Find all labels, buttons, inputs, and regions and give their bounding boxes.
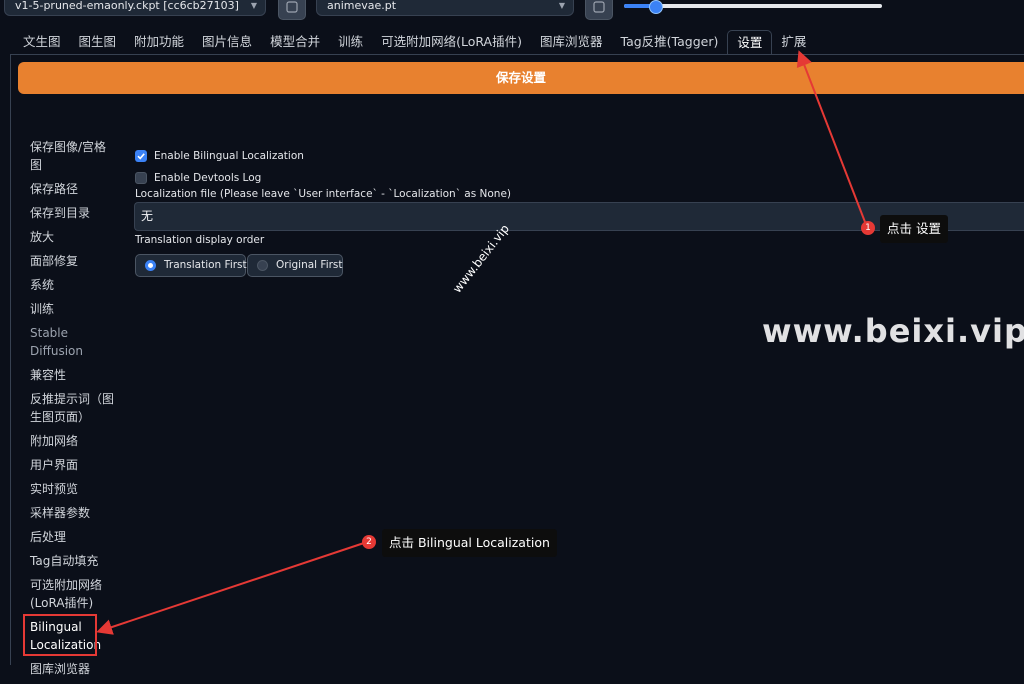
sidebar-item-face-restoration[interactable]: 面部修复: [30, 252, 116, 270]
chevron-down-icon: ▼: [558, 1, 565, 10]
arrow-to-bilingual-item: [96, 542, 365, 635]
sidebar-item-saving-paths[interactable]: 保存路径: [30, 180, 116, 198]
clip-skip-slider[interactable]: [624, 0, 882, 14]
sidebar-item-postprocessing[interactable]: 后处理: [30, 528, 116, 546]
step-2-badge: 2: [362, 535, 376, 549]
sidebar-item-stable-diffusion[interactable]: Stable Diffusion: [30, 324, 116, 360]
bilingual-label: Enable Bilingual Localization: [154, 150, 304, 162]
sidebar-item-system[interactable]: 系统: [30, 276, 116, 294]
sidebar-item-interrogate[interactable]: 反推提示词（图生图页面）: [30, 390, 116, 426]
sidebar-item-additional-networks[interactable]: 可选附加网络(LoRA插件): [30, 576, 116, 612]
sidebar-item-training[interactable]: 训练: [30, 300, 116, 318]
refresh-icon: [286, 1, 298, 13]
sidebar-item-image-browser[interactable]: 图库浏览器: [30, 660, 116, 678]
sidebar-item-sampler-parameters[interactable]: 采样器参数: [30, 504, 116, 522]
tab-extras[interactable]: 附加功能: [125, 30, 193, 54]
localization-file-label: Localization file (Please leave `User in…: [135, 188, 512, 200]
watermark-small: www.beixi.vip: [450, 221, 513, 296]
sidebar-item-extra-networks[interactable]: 附加网络: [30, 432, 116, 450]
refresh-icon: [593, 1, 605, 13]
step-2-callout: 点击 Bilingual Localization: [382, 529, 557, 557]
devtools-checkbox[interactable]: [135, 172, 147, 184]
vae-select[interactable]: animevae.pt ▼: [316, 0, 574, 16]
radio-translation-first[interactable]: Translation First: [135, 254, 247, 277]
refresh-checkpoint-button[interactable]: [278, 0, 306, 20]
vae-value: animevae.pt: [327, 0, 397, 12]
tab-train[interactable]: 训练: [329, 30, 372, 54]
devtools-label: Enable Devtools Log: [154, 172, 262, 184]
panel-border: [10, 54, 11, 665]
sidebar-item-saving-to-dirs[interactable]: 保存到目录: [30, 204, 116, 222]
tab-checkpoint-merger[interactable]: 模型合并: [261, 30, 329, 54]
step-1-badge: 1: [861, 221, 875, 235]
sidebar-item-live-previews[interactable]: 实时预览: [30, 480, 116, 498]
checkpoint-value: v1-5-pruned-emaonly.ckpt [cc6cb27103]: [15, 0, 239, 12]
sidebar-item-tag-autocomplete[interactable]: Tag自动填充: [30, 552, 116, 570]
radio-unselected-icon: [257, 260, 268, 271]
tab-tagger[interactable]: Tag反推(Tagger): [612, 30, 728, 54]
bilingual-checkbox[interactable]: [135, 150, 147, 162]
radio-original-first-label: Original First: [276, 259, 343, 271]
step-1-callout: 点击 设置: [880, 215, 948, 243]
slider-thumb[interactable]: [648, 0, 663, 14]
tab-img2img[interactable]: 图生图: [70, 30, 126, 54]
radio-original-first[interactable]: Original First: [247, 254, 343, 277]
tab-additional-networks[interactable]: 可选附加网络(LoRA插件): [372, 30, 531, 54]
highlight-box: [23, 614, 97, 656]
tab-image-browser[interactable]: 图库浏览器: [531, 30, 612, 54]
radio-translation-first-label: Translation First: [164, 259, 247, 271]
refresh-vae-button[interactable]: [585, 0, 613, 20]
tab-png-info[interactable]: 图片信息: [193, 30, 261, 54]
display-order-label: Translation display order: [135, 234, 265, 246]
sidebar-item-saving-images[interactable]: 保存图像/宫格图: [30, 138, 116, 174]
main-tabs: 文生图 图生图 附加功能 图片信息 模型合并 训练 可选附加网络(LoRA插件)…: [14, 30, 815, 54]
tab-settings[interactable]: 设置: [727, 30, 773, 54]
sidebar-item-upscaling[interactable]: 放大: [30, 228, 116, 246]
chevron-down-icon: ▼: [250, 1, 257, 10]
checkpoint-select[interactable]: v1-5-pruned-emaonly.ckpt [cc6cb27103] ▼: [4, 0, 266, 16]
tab-extensions[interactable]: 扩展: [772, 30, 815, 54]
save-settings-button[interactable]: 保存设置: [18, 62, 1024, 94]
watermark: www.beixi.vip: [762, 312, 1024, 350]
check-icon: [137, 153, 145, 160]
radio-selected-icon: [145, 260, 156, 271]
sidebar-item-compatibility[interactable]: 兼容性: [30, 366, 116, 384]
settings-sidebar: 保存图像/宫格图 保存路径 保存到目录 放大 面部修复 系统 训练 Stable…: [30, 138, 116, 684]
tab-divider: [10, 54, 1024, 55]
tab-txt2img[interactable]: 文生图: [14, 30, 70, 54]
sidebar-item-user-interface[interactable]: 用户界面: [30, 456, 116, 474]
